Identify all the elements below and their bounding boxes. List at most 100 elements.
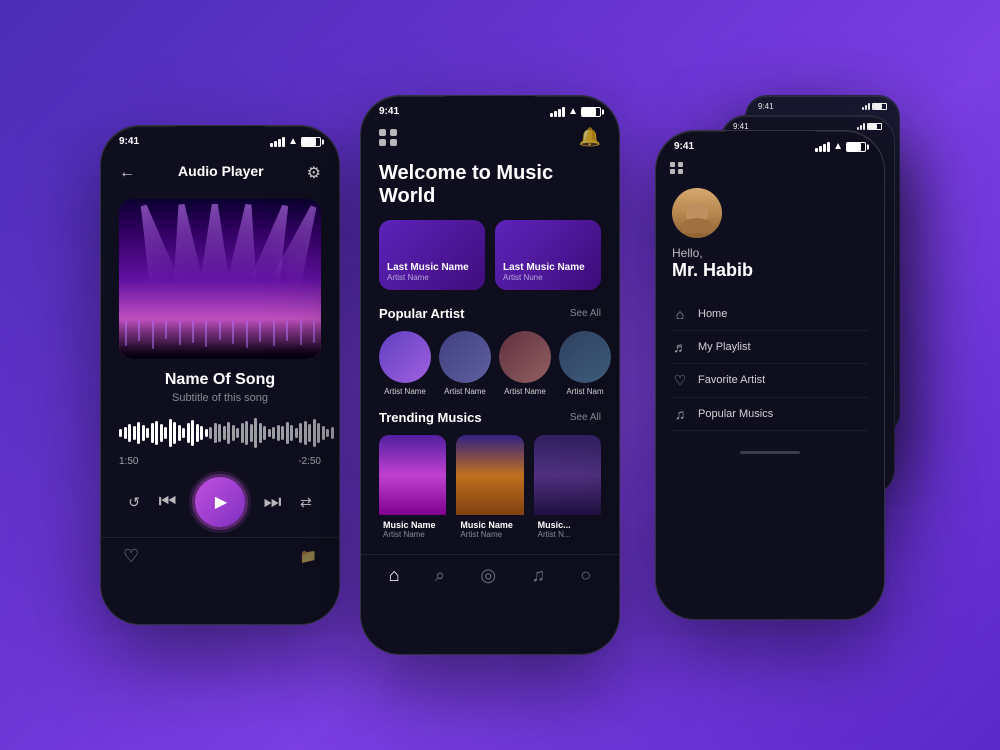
nav-profile[interactable]: ○: [580, 565, 591, 586]
menu-item-home[interactable]: ⌂ Home: [672, 298, 868, 331]
pb2-status-icons: [862, 102, 887, 111]
phone-group-profile: 9:41 Welcome to M: [640, 95, 900, 655]
signal-icon: [270, 137, 285, 147]
nav-discover[interactable]: ◎: [480, 565, 496, 586]
time-remaining: -2:50: [298, 456, 321, 467]
trending-name-1: Music Name: [383, 520, 442, 530]
pb1-battery: [867, 123, 882, 130]
playlist-icon[interactable]: 📁: [300, 548, 317, 565]
next-button[interactable]: ⏭: [263, 491, 281, 514]
back-button[interactable]: ←: [119, 164, 135, 182]
phone-notch-2: [445, 96, 535, 118]
trending-artist-2: Artist Name: [460, 530, 519, 539]
song-info: Name Of Song Subtitle of this song: [101, 359, 339, 410]
trending-list: Music Name Artist Name Music Name Artist…: [361, 435, 619, 544]
greeting-text: Hello,: [672, 246, 868, 260]
song-title: Name Of Song: [119, 371, 321, 389]
battery-icon: [301, 137, 321, 147]
p3-menu-icon[interactable]: [670, 162, 684, 174]
phone-music-home: 9:41 ▲ 🔔 Welcome to Music World: [360, 95, 620, 655]
trending-img-3: [534, 435, 601, 515]
artists-list: Artist Name Artist Name Artist Name Arti…: [361, 331, 619, 410]
user-avatar: [672, 188, 722, 238]
bottom-nav: ⌂ ⌕ ◎ ♫ ○: [361, 554, 619, 594]
status-time-3: 9:41: [674, 141, 694, 152]
pb1-status-icons: [857, 122, 882, 131]
menu-label-home: Home: [698, 308, 727, 320]
audio-waveform[interactable]: [119, 418, 321, 448]
battery-icon-2: [581, 107, 601, 117]
trending-card-2[interactable]: Music Name Artist Name: [456, 435, 523, 544]
nav-search[interactable]: ⌕: [435, 565, 445, 586]
nav-home[interactable]: ⌂: [389, 565, 400, 586]
banner-card-1[interactable]: Last Music Name Artist Name: [379, 220, 485, 290]
trending-artist-1: Artist Name: [383, 530, 442, 539]
artist-item-4[interactable]: Artist Nam: [559, 331, 611, 396]
menu-item-popular[interactable]: ♫ Popular Musics: [672, 398, 868, 431]
player-header: ← Audio Player ⚙: [101, 151, 339, 199]
artist-avatar-2: [439, 331, 491, 383]
trending-header: Trending Musics See All: [361, 410, 619, 435]
player-title: Audio Player: [160, 157, 282, 189]
trending-name-3: Music...: [538, 520, 597, 530]
status-time: 9:41: [119, 136, 139, 147]
status-icons-3: ▲: [815, 141, 866, 152]
repeat-button[interactable]: ↺: [128, 494, 140, 511]
trending-title: Trending Musics: [379, 410, 482, 425]
menu-item-playlist[interactable]: ♬ My Playlist: [672, 331, 868, 364]
wifi-icon-3: ▲: [833, 141, 843, 152]
menu-label-popular: Popular Musics: [698, 408, 773, 420]
trending-card-3[interactable]: Music... Artist N...: [534, 435, 601, 544]
artist-item-3[interactable]: Artist Name: [499, 331, 551, 396]
user-name: Mr. Habib: [672, 260, 868, 282]
avatar-face: [672, 188, 722, 238]
trending-see-all[interactable]: See All: [570, 412, 601, 423]
artist-name-3: Artist Name: [504, 387, 546, 396]
featured-banners: Last Music Name Artist Name Last Music N…: [361, 220, 619, 306]
trending-card-1[interactable]: Music Name Artist Name: [379, 435, 446, 544]
banner-card-2[interactable]: Last Music Name Artist Nune: [495, 220, 601, 290]
play-button[interactable]: [195, 477, 245, 527]
scroll-indicator: [740, 451, 800, 454]
notification-icon[interactable]: 🔔: [579, 127, 601, 148]
prev-button[interactable]: ⏮: [158, 491, 176, 514]
time-current: 1:50: [119, 456, 138, 467]
nav-music[interactable]: ♫: [532, 565, 546, 586]
signal-icon-2: [550, 107, 565, 117]
favorite-icon[interactable]: ♡: [123, 546, 139, 567]
playlist-icon: ♬: [672, 339, 688, 355]
time-display: 1:50 -2:50: [101, 456, 339, 467]
artist-name-2: Artist Name: [444, 387, 486, 396]
battery-icon-3: [846, 142, 866, 152]
artist-item-2[interactable]: Artist Name: [439, 331, 491, 396]
trending-info-2: Music Name Artist Name: [456, 515, 523, 544]
artist-avatar-1: [379, 331, 431, 383]
menu-icon[interactable]: [379, 129, 397, 146]
artist-avatar-4: [559, 331, 611, 383]
artist-item-1[interactable]: Artist Name: [379, 331, 431, 396]
artist-name-1: Artist Name: [384, 387, 426, 396]
player-footer: ♡ 📁: [101, 537, 339, 575]
home-icon: ⌂: [672, 306, 688, 322]
concert-image: [119, 199, 321, 359]
phone-profile: 9:41 ▲: [655, 130, 885, 620]
status-icons: ▲: [270, 136, 321, 147]
song-subtitle: Subtitle of this song: [119, 392, 321, 404]
waveform-bars: [119, 418, 321, 448]
phone-audio-player: 9:41 ▲ ← Audio Player ⚙: [100, 125, 340, 625]
menu-item-favorite[interactable]: ♡ Favorite Artist: [672, 364, 868, 398]
music-icon: ♫: [672, 406, 688, 422]
settings-icon[interactable]: ⚙: [307, 163, 321, 183]
phone-notch-3: [725, 131, 815, 153]
popular-artist-see-all[interactable]: See All: [570, 308, 601, 319]
menu-label-favorite: Favorite Artist: [698, 374, 765, 386]
popular-artist-header: Popular Artist See All: [361, 306, 619, 331]
trending-info-3: Music... Artist N...: [534, 515, 601, 544]
menu-label-playlist: My Playlist: [698, 341, 751, 353]
wifi-icon-2: ▲: [568, 106, 578, 117]
banner-1-subtitle: Artist Name: [387, 273, 477, 282]
wifi-icon: ▲: [288, 136, 298, 147]
banner-2-text: Last Music Name Artist Nune: [503, 262, 593, 282]
popular-artist-title: Popular Artist: [379, 306, 464, 321]
shuffle-button[interactable]: ⇄: [300, 494, 312, 511]
